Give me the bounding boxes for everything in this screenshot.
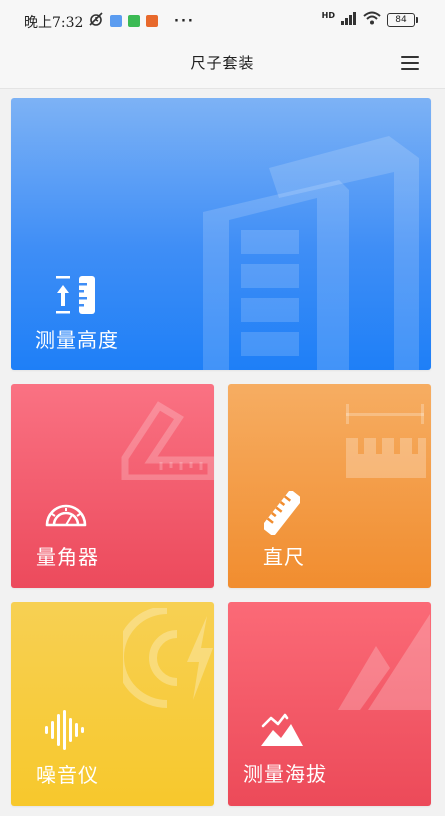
more-notifications-icon: ··· [174,13,195,29]
sound-lightning-icon [123,608,213,708]
card-protractor[interactable]: 量角器 [11,384,214,588]
ruler-measure-icon [346,404,426,478]
card-label: 噪音仪 [36,763,99,787]
download-app-icon [110,15,122,27]
hd-label: HD [321,10,335,20]
building-icon [203,136,419,370]
status-notification-icons: ··· [88,11,195,31]
sound-wave-icon [45,710,84,750]
status-bar: 晚上7:32 ··· HD 84 [0,0,445,40]
card-noise-meter[interactable]: 噪音仪 [11,602,214,806]
card-label: 测量海拔 [243,762,327,786]
security-app-icon [128,15,140,27]
page-title: 尺子套装 [190,54,255,72]
hamburger-menu-icon[interactable] [401,54,421,72]
gauge-icon [45,504,87,527]
mountain-decoration-icon [338,614,431,710]
shopping-app-icon [146,15,158,27]
app-bar: 尺子套装 [0,40,445,89]
wifi-icon [363,11,381,29]
mountain-icon [261,713,303,746]
card-measure-height[interactable]: 测量高度 [11,98,431,370]
height-ruler-icon [56,276,95,314]
battery-indicator: 84 [387,13,418,27]
signal-icon [341,11,357,29]
set-square-icon [121,401,214,480]
alarm-off-icon [88,11,104,31]
ruler-icon [264,491,300,535]
card-measure-altitude[interactable]: 测量海拔 [228,602,431,806]
card-label: 量角器 [36,545,99,569]
status-system-icons: HD 84 [321,10,418,29]
card-label: 测量高度 [35,328,119,352]
card-label: 直尺 [263,545,305,569]
status-time: 晚上7:32 [24,15,84,31]
card-ruler[interactable]: 直尺 [228,384,431,588]
